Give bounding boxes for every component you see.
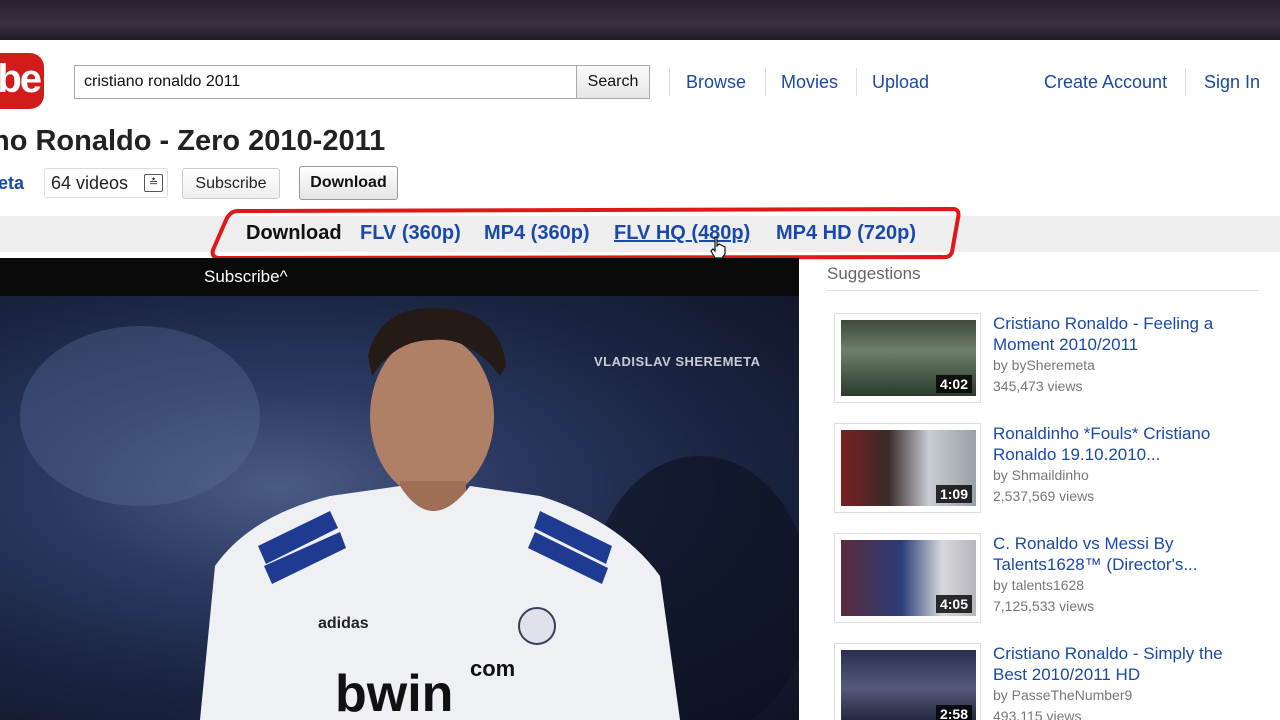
video-frame[interactable]: adidas bwin com VLADISLAV SHEREMETA [0, 296, 799, 720]
suggestion-author[interactable]: by PasseTheNumber9 [993, 687, 1132, 703]
channel-link[interactable]: eta [0, 173, 24, 194]
suggestion-title-link[interactable]: C. Ronaldo vs Messi By Talents1628™ (Dir… [993, 533, 1253, 575]
suggestion-thumbnail[interactable]: 4:05 [834, 533, 981, 623]
svg-text:bwin: bwin [335, 665, 453, 720]
create-account-link[interactable]: Create Account [1044, 72, 1167, 93]
suggestion-views: 345,473 views [993, 378, 1083, 394]
youtube-logo[interactable]: be [0, 53, 44, 109]
duration-badge: 2:58 [935, 705, 972, 720]
suggestion-title-link[interactable]: Ronaldinho *Fouls* Cristiano Ronaldo 19.… [993, 423, 1253, 465]
suggestion-author[interactable]: by talents1628 [993, 577, 1084, 593]
suggestion-views: 7,125,533 views [993, 598, 1095, 614]
suggestion-title-link[interactable]: Cristiano Ronaldo - Feeling a Moment 201… [993, 313, 1253, 355]
nav-divider [669, 68, 670, 96]
suggestion-title-link[interactable]: Cristiano Ronaldo - Simply the Best 2010… [993, 643, 1253, 685]
suggestion-views: 493,115 views [993, 708, 1082, 720]
player-top-bar: Subscribe^ [0, 258, 799, 296]
download-bar-label: Download [246, 222, 342, 244]
logo-text: be [0, 57, 42, 101]
suggestion-views: 2,537,569 views [993, 488, 1095, 504]
download-mp4-360-link[interactable]: MP4 (360p) [484, 222, 590, 245]
browser-top-band [0, 0, 1280, 40]
svg-text:adidas: adidas [318, 615, 369, 632]
suggestion-item[interactable]: 4:02 Cristiano Ronaldo - Feeling a Momen… [834, 313, 1264, 403]
logo-badge: be [0, 53, 44, 109]
player-subscribe-link[interactable]: Subscribe^ [204, 267, 288, 287]
nav-upload-link[interactable]: Upload [872, 72, 929, 93]
suggestion-thumbnail[interactable]: 2:58 [834, 643, 981, 720]
download-mp4-720-link[interactable]: MP4 HD (720p) [776, 222, 916, 245]
nav-movies-link[interactable]: Movies [781, 72, 838, 93]
video-watermark: VLADISLAV SHEREMETA [594, 354, 761, 369]
suggestion-thumbnail[interactable]: 4:02 [834, 313, 981, 403]
duration-badge: 4:02 [935, 375, 972, 393]
subscribe-button[interactable]: Subscribe [182, 168, 280, 199]
suggestion-item[interactable]: 1:09 Ronaldinho *Fouls* Cristiano Ronald… [834, 423, 1264, 513]
suggestion-thumbnail[interactable]: 1:09 [834, 423, 981, 513]
suggestions-heading: Suggestions [827, 264, 921, 283]
duration-badge: 4:05 [935, 595, 972, 613]
videos-count-label: 64 videos [51, 173, 129, 193]
chevron-down-icon[interactable]: ≛ [144, 174, 163, 192]
suggestion-item[interactable]: 4:05 C. Ronaldo vs Messi By Talents1628™… [834, 533, 1264, 623]
suggestion-author[interactable]: by Shmaildinho [993, 467, 1089, 483]
search-input[interactable]: cristiano ronaldo 2011 [74, 65, 577, 99]
videos-count-dropdown[interactable]: 64 videos ≛ [44, 168, 168, 198]
nav-browse-link[interactable]: Browse [686, 72, 746, 93]
search-button[interactable]: Search [576, 65, 650, 99]
nav-divider [765, 68, 766, 96]
duration-badge: 1:09 [935, 485, 972, 503]
download-button[interactable]: Download [299, 166, 398, 200]
svg-text:com: com [470, 656, 515, 681]
nav-divider [1185, 68, 1186, 96]
suggestions-divider [827, 290, 1259, 291]
download-flv-360-link[interactable]: FLV (360p) [360, 222, 461, 245]
nav-divider [856, 68, 857, 96]
video-player[interactable]: Subscribe^ adidas bwin com VLADISLAV SHE… [0, 258, 799, 720]
screen: be cristiano ronaldo 2011 Search Browse … [0, 0, 1280, 720]
video-title: no Ronaldo - Zero 2010-2011 [0, 125, 386, 157]
suggestion-author[interactable]: by bySheremeta [993, 357, 1095, 373]
sign-in-link[interactable]: Sign In [1204, 72, 1260, 93]
suggestion-item[interactable]: 2:58 Cristiano Ronaldo - Simply the Best… [834, 643, 1264, 720]
